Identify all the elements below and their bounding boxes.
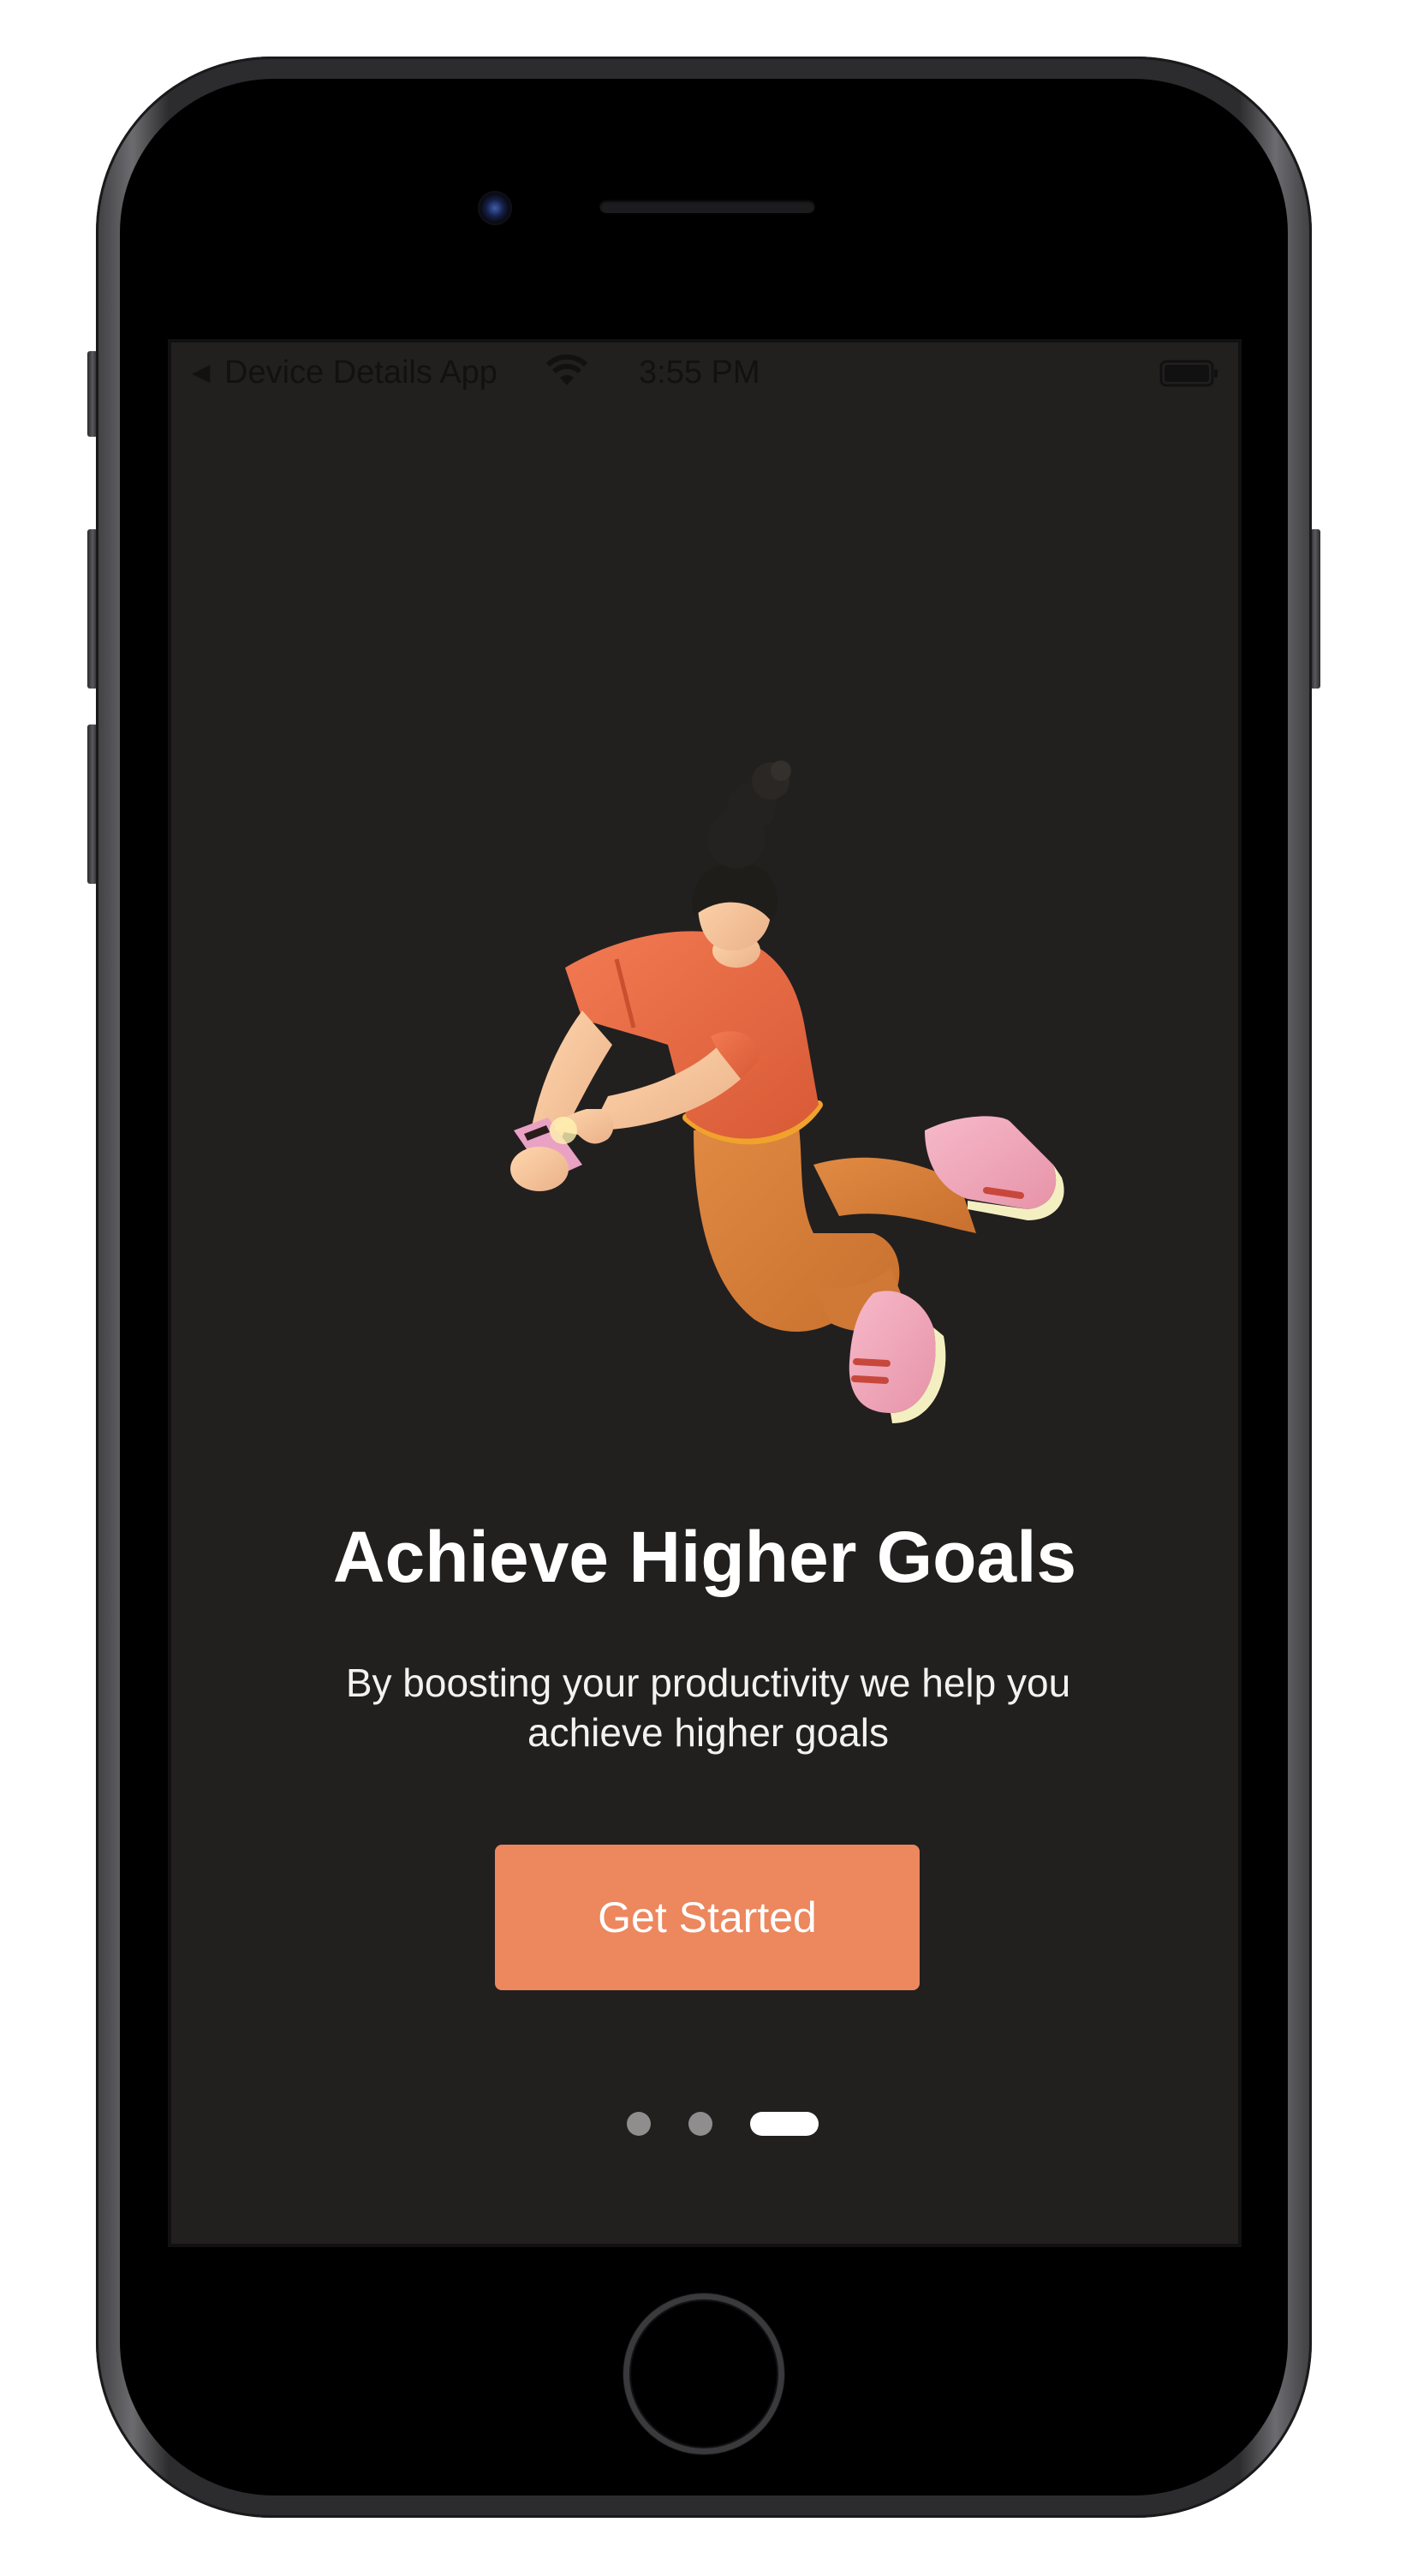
person-with-phone-illustration: [510, 760, 1064, 1423]
status-bar: ◀ Device Details App 3:55 PM: [171, 343, 1238, 411]
device-frame: ◀ Device Details App 3:55 PM Achieve Hig…: [0, 0, 1406, 2576]
page-indicator[interactable]: [171, 2107, 1238, 2141]
battery-icon: [1159, 360, 1218, 387]
page-dot-1[interactable]: [627, 2112, 651, 2136]
wifi-icon: [545, 354, 588, 385]
page-dot-2[interactable]: [688, 2112, 712, 2136]
back-to-app-icon[interactable]: ◀: [192, 358, 211, 386]
home-button[interactable]: [623, 2293, 784, 2454]
front-camera: [478, 191, 512, 225]
page-title: Achieve Higher Goals: [332, 1517, 1077, 1597]
page-subtitle: By boosting your productivity we help yo…: [345, 1661, 1071, 1755]
status-back-app-label[interactable]: Device Details App: [224, 355, 497, 391]
earpiece-speaker: [599, 200, 815, 213]
get-started-button[interactable]: Get Started: [495, 1845, 920, 1990]
status-time: 3:55 PM: [639, 355, 760, 391]
page-dot-3-active[interactable]: [750, 2112, 819, 2136]
app-screen: ◀ Device Details App 3:55 PM Achieve Hig…: [168, 339, 1242, 2247]
